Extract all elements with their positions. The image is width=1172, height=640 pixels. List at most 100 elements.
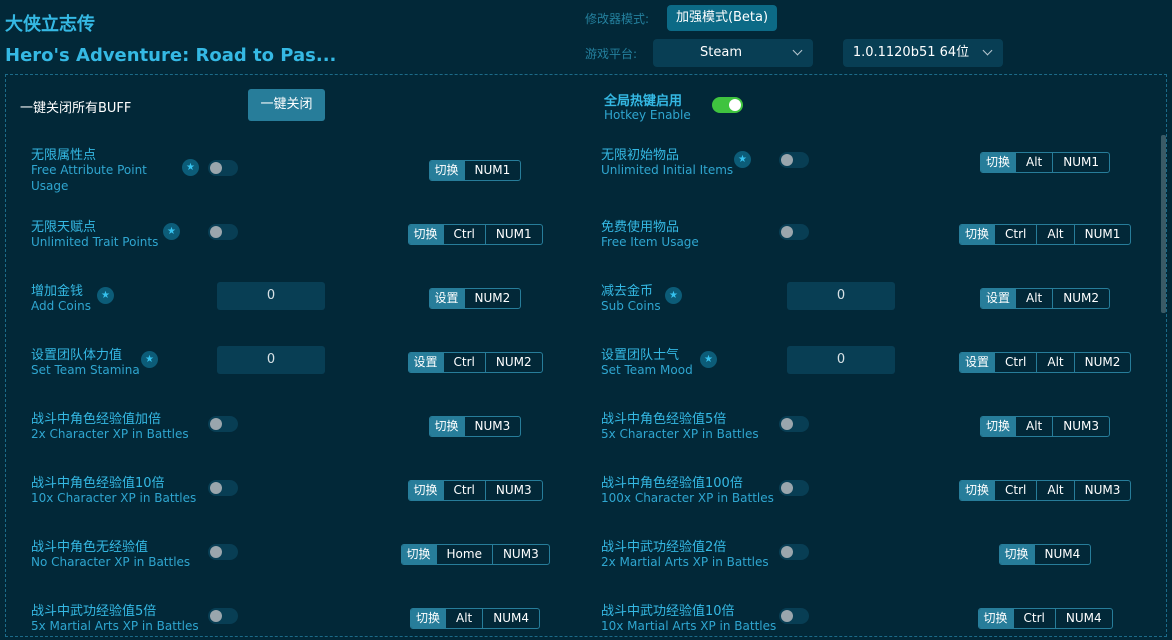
hotkey-action-label[interactable]: 设置 <box>429 289 464 308</box>
cheat-toggle[interactable] <box>779 224 809 240</box>
toggle-knob <box>210 162 222 174</box>
hotkey-key[interactable]: NUM3 <box>484 481 542 500</box>
hotkey-group[interactable]: 切换 Ctrl NUM4 <box>977 608 1113 629</box>
hotkey-enable-label-cn: 全局热键启用 <box>604 94 683 109</box>
star-icon[interactable]: ★ <box>141 351 158 368</box>
hotkey-key[interactable]: Alt <box>1015 153 1052 172</box>
hotkey-key[interactable]: NUM1 <box>484 225 542 244</box>
hotkey-key[interactable]: NUM4 <box>482 609 539 628</box>
close-all-button[interactable]: 一键关闭 <box>248 89 325 121</box>
hotkey-action-label[interactable]: 设置 <box>981 289 1016 308</box>
hotkey-key[interactable]: NUM4 <box>1054 609 1112 628</box>
hotkey-action-label[interactable]: 切换 <box>999 545 1034 564</box>
platform-select[interactable]: Steam <box>653 39 813 67</box>
hotkey-action-label[interactable]: 切换 <box>960 225 995 244</box>
star-icon[interactable]: ★ <box>734 151 751 168</box>
hotkey-key[interactable]: NUM1 <box>1073 225 1131 244</box>
hotkey-group[interactable]: 切换 NUM4 <box>998 544 1092 565</box>
hotkey-action-label[interactable]: 切换 <box>408 225 443 244</box>
cheat-toggle[interactable] <box>208 160 238 176</box>
cheat-toggle[interactable] <box>779 152 809 168</box>
hotkey-key[interactable]: NUM3 <box>1073 481 1131 500</box>
hotkey-key[interactable]: Alt <box>1036 481 1073 500</box>
value-input[interactable]: 0 <box>217 282 325 310</box>
cheat-toggle[interactable] <box>208 416 238 432</box>
star-icon[interactable]: ★ <box>182 159 199 176</box>
hotkey-key[interactable]: Alt <box>1015 289 1052 308</box>
hotkey-key[interactable]: Ctrl <box>994 481 1036 500</box>
cheat-name-en: 2x Character XP in Battles <box>31 427 189 441</box>
scrollbar[interactable] <box>1161 135 1166 313</box>
hotkey-action-label[interactable]: 切换 <box>401 545 436 564</box>
hotkey-key[interactable]: NUM2 <box>484 353 542 372</box>
hotkey-group[interactable]: 切换 Alt NUM1 <box>980 152 1111 173</box>
cheat-toggle[interactable] <box>208 224 238 240</box>
hotkey-enable-toggle[interactable] <box>712 97 743 113</box>
hotkey-key[interactable]: Ctrl <box>994 225 1036 244</box>
star-icon[interactable]: ★ <box>700 351 717 368</box>
hotkey-key[interactable]: Ctrl <box>442 481 485 500</box>
hotkey-key[interactable]: Ctrl <box>442 353 485 372</box>
hotkey-group[interactable]: 设置 Alt NUM2 <box>980 288 1111 309</box>
hotkey-group[interactable]: 切换 Alt NUM4 <box>410 608 541 629</box>
hotkey-key[interactable]: Alt <box>1036 353 1073 372</box>
cheat-toggle[interactable] <box>779 480 809 496</box>
cheat-toggle[interactable] <box>779 544 809 560</box>
cheat-name-cn: 战斗中角色经验值100倍 <box>601 476 743 491</box>
cheat-toggle[interactable] <box>208 480 238 496</box>
hotkey-group[interactable]: 切换 NUM3 <box>428 416 522 437</box>
cheat-name-cn: 无限属性点 <box>31 148 97 163</box>
hotkey-group[interactable]: 切换 Ctrl Alt NUM3 <box>959 480 1132 501</box>
value-input[interactable]: 0 <box>787 346 895 374</box>
hotkey-group[interactable]: 切换 NUM1 <box>428 160 522 181</box>
hotkey-action-label[interactable]: 切换 <box>411 609 446 628</box>
hotkey-key[interactable]: NUM4 <box>1033 545 1091 564</box>
hotkey-key[interactable]: NUM3 <box>491 545 549 564</box>
hotkey-key[interactable]: Alt <box>445 609 482 628</box>
mode-button[interactable]: 加强模式(Beta) <box>667 5 777 31</box>
star-icon[interactable]: ★ <box>665 287 682 304</box>
hotkey-key[interactable]: Alt <box>1015 417 1052 436</box>
cheat-toggle[interactable] <box>208 608 238 624</box>
hotkey-group[interactable]: 切换 Ctrl NUM1 <box>407 224 543 245</box>
hotkey-action-label[interactable]: 切换 <box>960 481 995 500</box>
hotkey-action-label[interactable]: 切换 <box>429 417 464 436</box>
hotkey-key[interactable]: NUM2 <box>1052 289 1109 308</box>
hotkey-key[interactable]: NUM1 <box>463 161 521 180</box>
hotkey-key[interactable]: NUM2 <box>1073 353 1131 372</box>
star-icon[interactable]: ★ <box>97 287 114 304</box>
hotkey-group[interactable]: 设置 NUM2 <box>428 288 522 309</box>
hotkey-action-label[interactable]: 切换 <box>981 417 1016 436</box>
hotkey-group[interactable]: 切换 Ctrl Alt NUM1 <box>959 224 1132 245</box>
hotkey-key[interactable]: NUM3 <box>463 417 521 436</box>
cheat-name-en: Sub Coins <box>601 299 661 313</box>
hotkey-group[interactable]: 切换 Alt NUM3 <box>980 416 1111 437</box>
hotkey-group[interactable]: 设置 Ctrl Alt NUM2 <box>959 352 1132 373</box>
toggle-knob <box>781 226 793 238</box>
hotkey-key[interactable]: NUM1 <box>1052 153 1109 172</box>
hotkey-key[interactable]: Alt <box>1036 225 1073 244</box>
cheat-toggle[interactable] <box>208 544 238 560</box>
hotkey-action-label[interactable]: 切换 <box>429 161 464 180</box>
hotkey-key[interactable]: Home <box>435 545 492 564</box>
value-input[interactable]: 0 <box>787 282 895 310</box>
hotkey-action-label[interactable]: 切换 <box>408 481 443 500</box>
hotkey-action-label[interactable]: 设置 <box>408 353 443 372</box>
hotkey-key[interactable]: NUM2 <box>463 289 521 308</box>
hotkey-group[interactable]: 设置 Ctrl NUM2 <box>407 352 543 373</box>
cheat-toggle[interactable] <box>779 416 809 432</box>
hotkey-group[interactable]: 切换 Home NUM3 <box>400 544 550 565</box>
hotkey-key[interactable]: NUM3 <box>1052 417 1109 436</box>
version-select[interactable]: 1.0.1120b51 64位 <box>843 39 1003 67</box>
hotkey-group[interactable]: 切换 Ctrl NUM3 <box>407 480 543 501</box>
hotkey-key[interactable]: Ctrl <box>994 353 1036 372</box>
hotkey-action-label[interactable]: 设置 <box>960 353 995 372</box>
toggle-knob <box>781 154 793 166</box>
value-input[interactable]: 0 <box>217 346 325 374</box>
hotkey-key[interactable]: Ctrl <box>1012 609 1055 628</box>
cheat-toggle[interactable] <box>779 608 809 624</box>
hotkey-action-label[interactable]: 切换 <box>978 609 1013 628</box>
hotkey-action-label[interactable]: 切换 <box>981 153 1016 172</box>
star-icon[interactable]: ★ <box>163 223 180 240</box>
hotkey-key[interactable]: Ctrl <box>442 225 485 244</box>
